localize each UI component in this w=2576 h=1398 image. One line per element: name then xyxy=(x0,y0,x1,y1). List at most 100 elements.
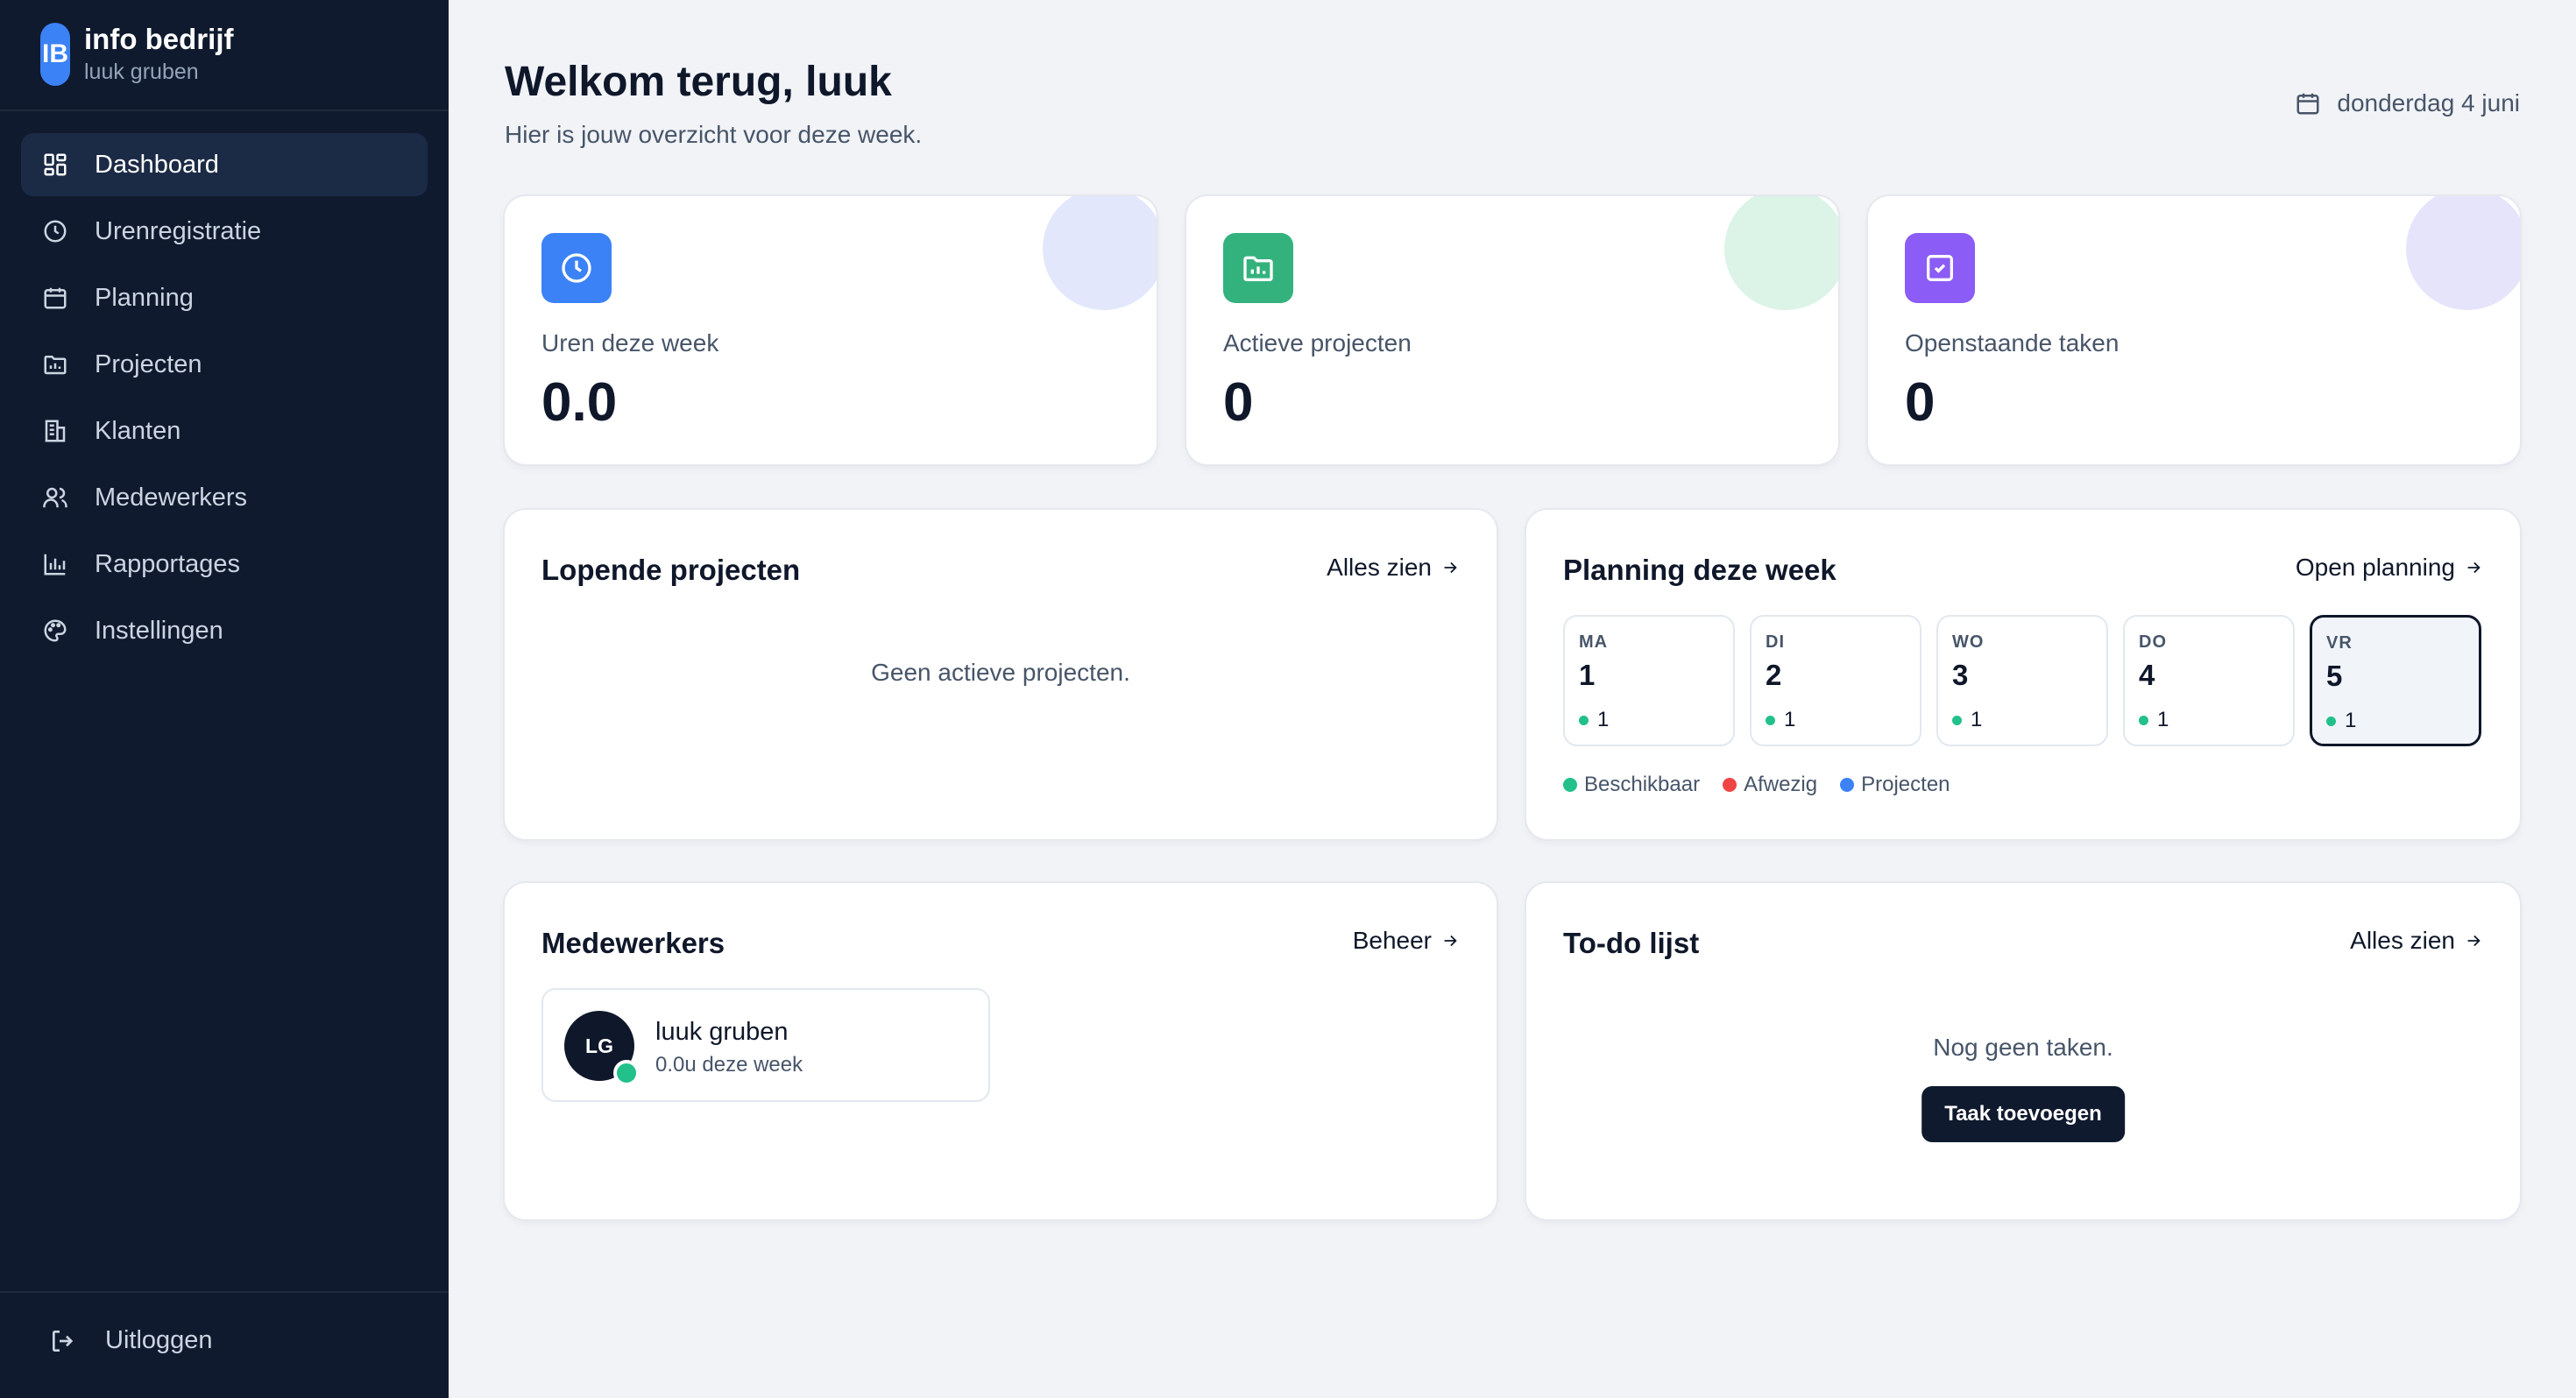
sidebar-footer: Uitloggen xyxy=(0,1291,449,1398)
current-user-name: luuk gruben xyxy=(84,60,199,84)
arrow-right-icon xyxy=(2467,935,2480,947)
folder-icon xyxy=(1243,256,1273,281)
count-value: 1 xyxy=(1971,708,1983,731)
stat-label: Actieve projecten xyxy=(1223,329,1412,357)
company-name: info bedrijf xyxy=(84,23,234,55)
day-card-ma[interactable]: MA 1 1 xyxy=(1563,615,1735,746)
brand-logo: IB xyxy=(40,23,70,86)
clock-icon xyxy=(42,218,68,244)
sidebar: IB info bedrijf luuk gruben Dashboard Ur… xyxy=(0,0,449,1398)
link-label: Alles zien xyxy=(2350,927,2455,954)
day-name: VR xyxy=(2326,633,2353,653)
day-name: DO xyxy=(2139,632,2167,652)
arrow-right-icon xyxy=(1444,561,1457,574)
week-days: MA 1 1 DI 2 1 WO 3 1 DO 4 1 VR 5 1 xyxy=(1563,615,2481,746)
card-title: Lopende projecten xyxy=(541,554,801,586)
sidebar-item-label: Rapportages xyxy=(95,549,241,578)
logout-icon xyxy=(53,1330,74,1352)
see-all-projects-link[interactable]: Alles zien xyxy=(1327,554,1460,582)
sidebar-item-label: Klanten xyxy=(95,416,181,445)
decorative-blob xyxy=(1043,196,1157,310)
sidebar-item-medewerkers[interactable]: Medewerkers xyxy=(21,466,428,529)
logout-button[interactable]: Uitloggen xyxy=(49,1326,213,1355)
link-label: Beheer xyxy=(1352,927,1432,954)
sidebar-item-instellingen[interactable]: Instellingen xyxy=(21,599,428,662)
sidebar-item-label: Medewerkers xyxy=(95,483,248,512)
legend-item-beschikbaar: Beschikbaar xyxy=(1563,773,1700,797)
building-icon xyxy=(42,418,68,444)
online-status-indicator xyxy=(613,1060,640,1086)
stat-icon-tile xyxy=(1905,233,1975,303)
manage-employees-link[interactable]: Beheer xyxy=(1353,927,1460,955)
card-title: Planning deze week xyxy=(1563,554,1836,586)
palette-icon xyxy=(42,618,68,644)
card-title: Medewerkers xyxy=(541,927,725,959)
sidebar-item-label: Instellingen xyxy=(95,616,223,645)
sidebar-item-label: Planning xyxy=(95,283,194,312)
day-card-di[interactable]: DI 2 1 xyxy=(1750,615,1921,746)
day-card-wo[interactable]: WO 3 1 xyxy=(1936,615,2108,746)
decorative-blob xyxy=(2406,196,2520,310)
employee-name: luuk gruben xyxy=(655,1018,789,1046)
link-label: Alles zien xyxy=(1327,554,1432,581)
employee-item[interactable]: LG luuk gruben 0.0u deze week xyxy=(541,988,990,1102)
arrow-right-icon xyxy=(1444,935,1457,947)
legend-item-projecten: Projecten xyxy=(1840,773,1950,797)
day-date: 4 xyxy=(2139,659,2155,691)
clock-icon xyxy=(562,253,591,283)
day-available-count: 1 xyxy=(2326,709,2356,733)
stat-icon-tile xyxy=(541,233,612,303)
count-value: 1 xyxy=(1784,708,1796,731)
employees-card: Medewerkers Beheer LG luuk gruben 0.0u d… xyxy=(505,883,1497,1219)
empty-state: Geen actieve projecten. xyxy=(871,659,1130,686)
empty-state: Nog geen taken. xyxy=(1933,1034,2113,1061)
current-date: donderdag 4 juni xyxy=(2295,89,2520,117)
add-task-button[interactable]: Taak toevoegen xyxy=(1921,1086,2125,1142)
arrow-right-icon xyxy=(2467,561,2480,574)
day-card-vr[interactable]: VR 5 1 xyxy=(2310,615,2481,746)
sidebar-item-dashboard[interactable]: Dashboard xyxy=(21,133,428,196)
bar-chart-icon xyxy=(42,551,68,577)
day-card-do[interactable]: DO 4 1 xyxy=(2123,615,2295,746)
link-label: Open planning xyxy=(2295,554,2455,581)
day-available-count: 1 xyxy=(1952,708,1982,732)
users-icon xyxy=(42,484,68,511)
calendar-icon xyxy=(2296,93,2319,115)
day-date: 5 xyxy=(2326,660,2343,692)
day-date: 3 xyxy=(1952,659,1969,691)
sidebar-item-label: Dashboard xyxy=(95,150,219,179)
planning-legend: Beschikbaar Afwezig Projecten xyxy=(1563,773,1973,797)
employee-hours: 0.0u deze week xyxy=(655,1053,803,1077)
check-square-icon xyxy=(1927,255,1953,281)
sidebar-item-klanten[interactable]: Klanten xyxy=(21,399,428,462)
count-value: 1 xyxy=(2157,708,2169,731)
day-available-count: 1 xyxy=(2139,708,2169,732)
stat-label: Openstaande taken xyxy=(1905,329,2120,357)
calendar-icon xyxy=(42,285,68,311)
day-available-count: 1 xyxy=(1579,708,1609,732)
day-available-count: 1 xyxy=(1766,708,1795,732)
date-label: donderdag 4 juni xyxy=(2337,89,2520,116)
stat-icon-tile xyxy=(1223,233,1293,303)
sidebar-item-planning[interactable]: Planning xyxy=(21,266,428,329)
brand-header: IB info bedrijf luuk gruben xyxy=(0,0,449,111)
see-all-todos-link[interactable]: Alles zien xyxy=(2350,927,2483,955)
page-subtitle: Hier is jouw overzicht voor deze week. xyxy=(505,121,923,148)
count-value: 1 xyxy=(1597,708,1610,731)
sidebar-item-rapportages[interactable]: Rapportages xyxy=(21,533,428,596)
running-projects-card: Lopende projecten Alles zien Geen actiev… xyxy=(505,510,1497,839)
stat-card-hours: Uren deze week 0.0 xyxy=(505,196,1157,464)
day-name: DI xyxy=(1766,632,1785,652)
legend-item-afwezig: Afwezig xyxy=(1723,773,1817,797)
day-name: MA xyxy=(1579,632,1609,652)
page-title: Welkom terug, luuk xyxy=(505,59,892,105)
sidebar-item-urenregistratie[interactable]: Urenregistratie xyxy=(21,200,428,263)
sidebar-item-label: Projecten xyxy=(95,350,202,378)
decorative-blob xyxy=(1724,196,1838,310)
sidebar-item-projecten[interactable]: Projecten xyxy=(21,333,428,396)
day-date: 1 xyxy=(1579,659,1596,691)
day-date: 2 xyxy=(1766,659,1782,691)
open-planning-link[interactable]: Open planning xyxy=(2296,554,2483,582)
stat-value: 0.0 xyxy=(541,372,618,433)
sidebar-item-label: Urenregistratie xyxy=(95,216,262,245)
